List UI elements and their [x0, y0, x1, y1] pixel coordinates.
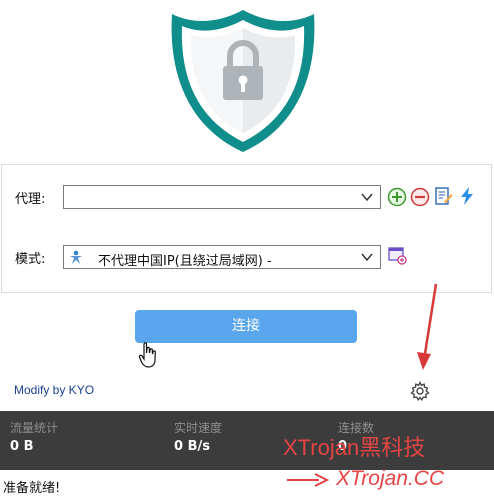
watermark-arrow-icon: [287, 473, 329, 487]
minus-circle-icon[interactable]: [410, 187, 430, 207]
traffic-value: 0 B: [10, 439, 34, 454]
proxy-label: 代理:: [15, 192, 46, 207]
mode-label: 模式:: [15, 252, 46, 267]
rule-edit-icon[interactable]: [387, 245, 407, 265]
shield-logo: [168, 4, 318, 154]
connect-button[interactable]: 连接: [135, 310, 357, 343]
chevron-down-icon: [361, 193, 373, 202]
shield-lock-icon: [171, 10, 315, 152]
speed-value: 0 B/s: [174, 439, 210, 454]
chevron-down-icon: [361, 253, 373, 262]
watermark-title: XTrojan黑科技: [283, 435, 426, 460]
modify-link[interactable]: Modify by KYO: [14, 383, 94, 397]
plus-circle-icon[interactable]: [387, 187, 407, 207]
status-text: 准备就绪!: [3, 481, 61, 496]
proxy-select[interactable]: [63, 185, 381, 209]
traffic-label: 流量统计: [10, 421, 59, 435]
watermark-url: XTrojan.CC: [336, 467, 445, 490]
edit-note-icon[interactable]: [433, 186, 453, 206]
speed-label: 实时速度: [174, 421, 223, 435]
globe-person-icon: [70, 250, 82, 264]
lightning-icon[interactable]: [457, 186, 477, 206]
settings-panel: 代理: 模式: 不代理中国IP(且绕过局域网) -: [1, 164, 492, 293]
gear-icon[interactable]: [410, 381, 430, 401]
hand-cursor-icon: [138, 342, 156, 368]
mode-select-value: 不代理中国IP(且绕过局域网) -: [98, 254, 272, 269]
red-arrow-annotation: [417, 283, 438, 370]
mode-select[interactable]: 不代理中国IP(且绕过局域网) -: [63, 245, 381, 269]
